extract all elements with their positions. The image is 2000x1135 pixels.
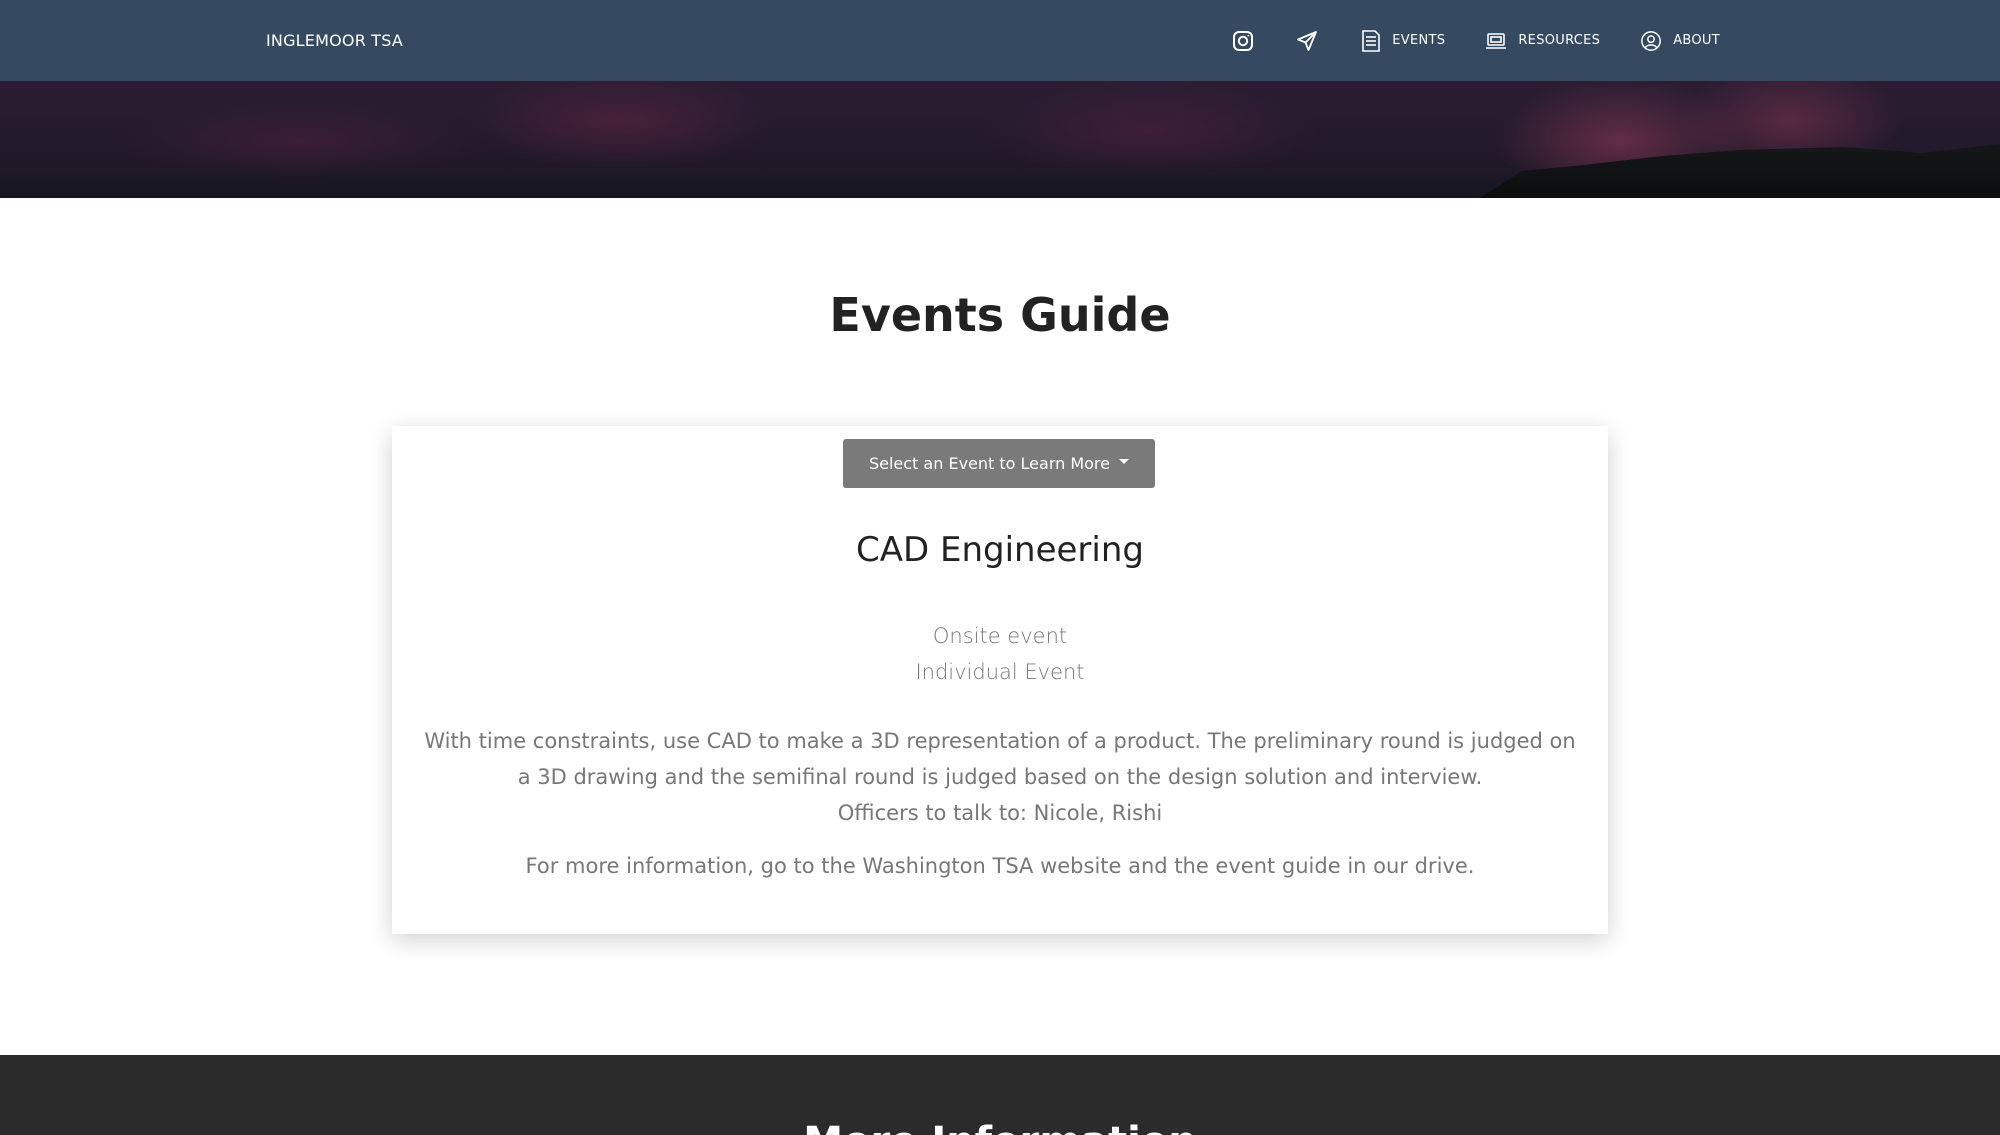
laptop-icon xyxy=(1486,32,1507,49)
mountain-ridge xyxy=(1480,144,2000,198)
page-title: Events Guide xyxy=(829,288,1171,342)
event-select-dropdown[interactable]: Select an Event to Learn More xyxy=(843,439,1155,488)
footer: More Information xyxy=(0,1055,2000,1135)
more-info-text: For more information, go to the Washingt… xyxy=(525,854,1475,878)
instagram-link[interactable] xyxy=(1229,27,1257,55)
hero-banner xyxy=(0,81,2000,198)
caret-down-icon xyxy=(1119,459,1129,464)
document-icon xyxy=(1362,29,1381,52)
event-name: CAD Engineering xyxy=(856,530,1144,570)
event-card: Select an Event to Learn More CAD Engine… xyxy=(392,426,1608,934)
instagram-icon xyxy=(1233,30,1254,51)
page: INGLEMOOR TSA EVENTS RESOURCES ABOUT Eve… xyxy=(0,0,2000,1135)
event-description-block: With time constraints, use CAD to make a… xyxy=(422,723,1578,831)
nav-events[interactable]: EVENTS xyxy=(1361,29,1445,53)
nav-about-label: ABOUT xyxy=(1673,33,1720,48)
nav-menu: EVENTS RESOURCES ABOUT xyxy=(1193,0,1720,81)
user-circle-icon xyxy=(1641,30,1662,51)
nav-resources[interactable]: RESOURCES xyxy=(1485,31,1600,51)
nav-events-label: EVENTS xyxy=(1392,33,1446,48)
send-icon xyxy=(1297,30,1318,51)
event-type: Individual Event xyxy=(915,660,1085,684)
event-meta: Onsite event Individual Event xyxy=(392,618,1608,690)
footer-title: More Information xyxy=(0,1119,2000,1135)
event-location: Onsite event xyxy=(932,624,1068,648)
navbar: INGLEMOOR TSA EVENTS RESOURCES ABOUT xyxy=(0,0,2000,81)
brand-link[interactable]: INGLEMOOR TSA xyxy=(266,0,403,81)
event-select-label: Select an Event to Learn More xyxy=(868,454,1110,473)
nav-about[interactable]: ABOUT xyxy=(1640,30,1720,52)
nav-resources-label: RESOURCES xyxy=(1518,33,1601,48)
event-officers: Officers to talk to: Nicole, Rishi xyxy=(837,801,1163,825)
send-link[interactable] xyxy=(1293,27,1321,55)
event-description: With time constraints, use CAD to make a… xyxy=(424,729,1576,789)
